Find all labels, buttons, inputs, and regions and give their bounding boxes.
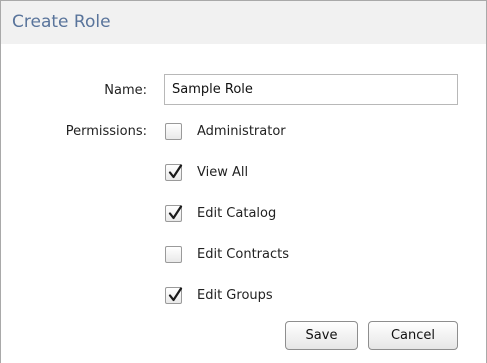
checkmark-icon: [168, 164, 183, 179]
administrator-checkbox[interactable]: [165, 123, 182, 140]
permission-administrator[interactable]: Administrator: [165, 121, 385, 143]
dialog-title: Create Role: [12, 12, 111, 32]
permission-edit-groups[interactable]: Edit Groups: [165, 285, 385, 307]
view-all-checkbox[interactable]: [165, 164, 183, 181]
edit-contracts-label: Edit Contracts: [197, 247, 290, 262]
name-label: Name:: [104, 83, 147, 98]
permissions-label: Permissions:: [65, 124, 147, 139]
permission-edit-catalog[interactable]: Edit Catalog: [165, 203, 385, 225]
checkmark-icon: [168, 287, 183, 302]
cancel-button[interactable]: Cancel: [368, 321, 458, 350]
save-button[interactable]: Save: [285, 321, 358, 350]
checkmark-icon: [168, 205, 183, 220]
dialog-header: Create Role: [1, 1, 486, 44]
edit-catalog-label: Edit Catalog: [197, 206, 277, 221]
edit-groups-label: Edit Groups: [197, 288, 273, 303]
name-input[interactable]: [164, 74, 458, 105]
permission-view-all[interactable]: View All: [165, 162, 385, 184]
view-all-label: View All: [197, 165, 249, 180]
administrator-label: Administrator: [197, 124, 286, 139]
edit-groups-checkbox[interactable]: [165, 287, 183, 304]
edit-contracts-checkbox[interactable]: [165, 246, 182, 263]
permission-edit-contracts[interactable]: Edit Contracts: [165, 244, 385, 266]
edit-catalog-checkbox[interactable]: [165, 205, 183, 222]
create-role-dialog: Create Role Name: Permissions: Administr…: [0, 0, 487, 363]
